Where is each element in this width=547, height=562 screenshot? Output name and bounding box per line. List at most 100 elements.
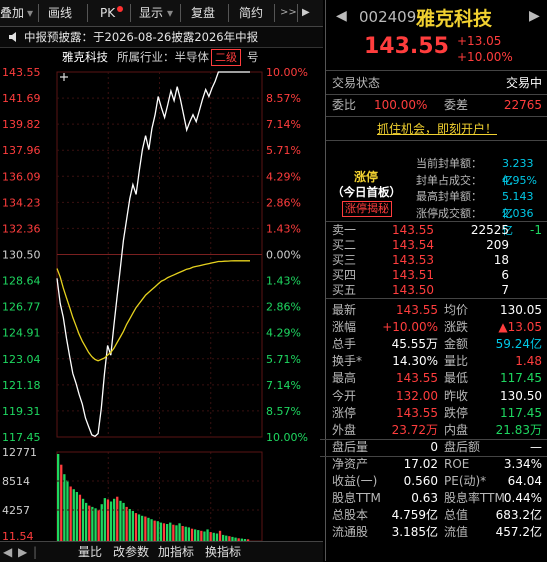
more-icon[interactable]: >>: [280, 3, 297, 23]
order-volume: 6: [501, 268, 509, 282]
volume-bar: [200, 530, 203, 541]
price-tick-label: 134.23: [2, 196, 41, 209]
stat-label: 涨幅: [332, 320, 357, 335]
volume-bar: [94, 508, 97, 541]
volume-bar: [215, 533, 219, 541]
limit-up-reveal-link[interactable]: 涨停揭秘: [342, 201, 392, 217]
stat-value: +10.00%: [382, 320, 438, 335]
avg-price-line: [56, 260, 250, 362]
order-level-label: 买五: [332, 283, 357, 297]
pct-tick-label: 8.57%: [266, 92, 301, 105]
edit-params-tab[interactable]: 改参数: [113, 542, 149, 562]
pct-tick-label: 7.14%: [266, 118, 301, 131]
stat-label: 量比: [444, 354, 469, 369]
volume-ratio-tab[interactable]: 量比: [78, 542, 102, 562]
volume-bar: [113, 498, 116, 541]
pct-tick-label: 10.00%: [266, 431, 308, 444]
pct-tick-label: 0.00%: [266, 249, 301, 262]
trade-status-row: 交易状态 交易中: [332, 75, 544, 92]
switch-indicator-tab[interactable]: 换指标: [205, 542, 241, 562]
order-level-label: 卖一: [332, 223, 357, 237]
order-book-row[interactable]: 买四 143.51 6: [332, 268, 544, 283]
quote-stat-row: 外盘 23.72万 内盘 21.83万: [332, 422, 544, 439]
stat-value: 143.55: [396, 405, 438, 420]
open-account-link[interactable]: 抓住机会，即刻开户！: [326, 120, 547, 137]
intraday-chart[interactable]: 143.55 10.00% 141.69 8.57% 139.82 7.14% 137.96…: [0, 62, 323, 541]
stat-value: 14.30%: [392, 354, 438, 369]
stat-value: 0.560: [403, 474, 438, 488]
volume-bar: [147, 517, 150, 541]
volume-bar: [197, 530, 200, 541]
stat-label: 总值: [444, 508, 469, 523]
overlay-button[interactable]: 叠加: [0, 3, 24, 23]
prev-arrow-icon[interactable]: ◀: [3, 542, 12, 562]
collapse-panel-icon[interactable]: ▶: [302, 3, 310, 23]
stat-label: 盘后量: [332, 439, 369, 454]
display-dropdown-icon[interactable]: ▾: [167, 3, 173, 23]
add-indicator-tab[interactable]: 加指标: [158, 542, 194, 562]
announcement-bar[interactable]: 中报预披露：于2026-08-26披露2026年中报: [0, 27, 323, 48]
next-arrow-icon[interactable]: ▶: [18, 542, 27, 562]
pct-tick-label: 1.43%: [266, 275, 301, 288]
volume-bar: [203, 531, 206, 541]
pk-button[interactable]: PK: [100, 3, 115, 23]
price-tick-label: 126.77: [2, 301, 41, 314]
stat-value: 64.04: [507, 474, 542, 488]
overlay-dropdown-icon[interactable]: ▾: [27, 3, 33, 23]
volume-bar: [128, 509, 131, 541]
order-price: 143.51: [392, 268, 434, 282]
stat-label: 收益(一): [332, 474, 378, 488]
pct-tick-label: 7.14%: [266, 379, 301, 392]
replay-button[interactable]: 复盘: [191, 3, 215, 23]
draw-line-button[interactable]: 画线: [48, 3, 72, 23]
trade-status-label: 交易状态: [332, 76, 381, 90]
volume-tick-label: 11.54: [2, 530, 34, 541]
order-diff-label: 委差: [444, 98, 469, 112]
pct-tick-label: 2.86%: [266, 301, 301, 314]
next-stock-icon[interactable]: ▶: [529, 8, 540, 24]
price-tick-label: 143.55: [2, 66, 41, 79]
order-ratio-row: 委比 100.00% 委差 22765: [332, 97, 544, 114]
stat-value: —: [530, 439, 542, 454]
price-tick-label: 117.45: [2, 431, 41, 444]
limit-info-row: 涨停成交额： 2.036亿: [416, 205, 544, 237]
toolbar-divider: [228, 4, 229, 22]
stat-value: 3.34%: [503, 456, 542, 471]
order-book-row[interactable]: 买三 143.53 18: [332, 253, 544, 268]
order-price: 143.50: [392, 283, 434, 297]
volume-bar: [181, 526, 184, 541]
order-price: 143.55: [392, 223, 434, 237]
price-tick-label: 137.96: [2, 144, 41, 157]
price-tick-label: 124.91: [2, 327, 41, 340]
stat-label: 股息TTM: [332, 491, 381, 506]
order-book-row[interactable]: 买二 143.54 209: [332, 238, 544, 253]
price-tick-label: 139.82: [2, 118, 41, 131]
stat-label: 今开: [332, 388, 357, 403]
stat-label: 跌停: [444, 405, 469, 420]
limit-info-value: 4.95%: [502, 173, 537, 187]
volume-bar: [166, 524, 169, 541]
prev-stock-icon[interactable]: ◀: [336, 8, 347, 24]
order-book-row[interactable]: 卖一 143.55 22525 -1: [332, 223, 544, 238]
volume-bar: [63, 474, 66, 541]
pct-tick-label: 4.29%: [266, 170, 301, 183]
quote-stat-row: 总手 45.55万 金额 59.24亿: [332, 336, 544, 353]
display-button[interactable]: 显示: [139, 3, 163, 23]
volume-bar: [187, 527, 190, 541]
divider: [326, 70, 547, 71]
stat-value: 45.55万: [391, 337, 438, 352]
price-tick-label: 130.50: [2, 249, 41, 262]
volume-bar: [162, 523, 166, 541]
stat-value: 0.44%: [503, 491, 542, 506]
toolbar-divider: [180, 4, 181, 22]
simple-mode-button[interactable]: 简约: [239, 3, 263, 23]
volume-bar: [134, 513, 138, 541]
stock-name: 雅克科技: [416, 8, 493, 30]
volume-bar: [78, 494, 82, 541]
limit-info-row: 封单占成交： 4.95%: [416, 172, 544, 189]
limit-info-label: 涨停成交额：: [416, 206, 482, 220]
stat-label: 总股本: [332, 508, 369, 523]
volume-bar: [122, 502, 125, 541]
volume-tick-label: 4257: [2, 504, 30, 517]
order-book-row[interactable]: 买五 143.50 7: [332, 283, 544, 298]
